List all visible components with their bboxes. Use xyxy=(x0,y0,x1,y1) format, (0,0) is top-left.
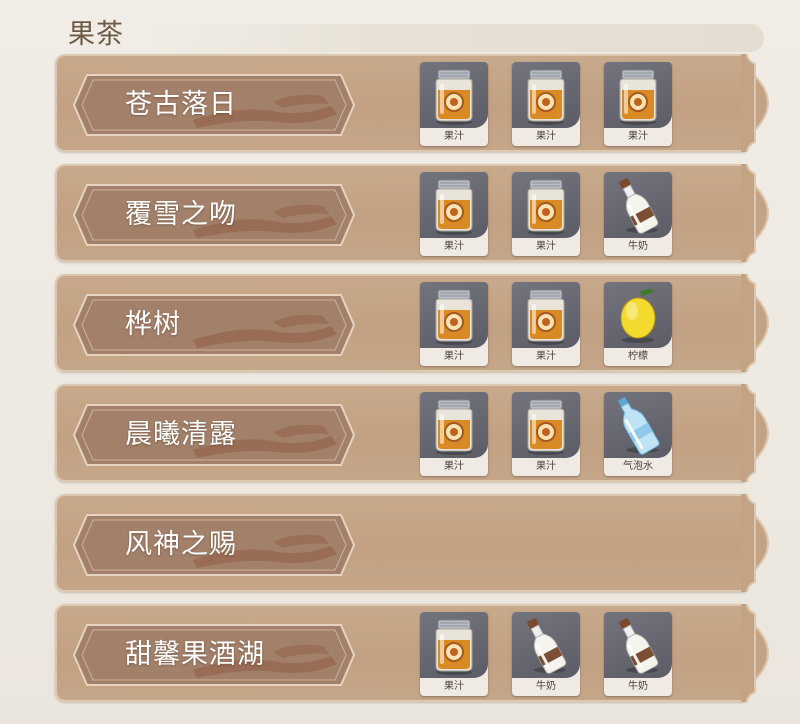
juice-jar-icon xyxy=(512,172,580,238)
ingredient-slot[interactable]: 柠檬 xyxy=(604,282,672,366)
ingredient-label: 牛奶 xyxy=(536,681,556,692)
ingredient-label: 牛奶 xyxy=(628,241,648,252)
recipe-name-banner: 覆雪之吻 xyxy=(72,184,356,246)
juice-jar-icon xyxy=(604,62,672,128)
ingredient-slot[interactable]: 果汁 xyxy=(420,62,488,146)
ingredient-label: 果汁 xyxy=(444,681,464,692)
ingredient-slot[interactable]: 气泡水 xyxy=(604,392,672,476)
ingredient-slot[interactable]: 果汁 xyxy=(604,62,672,146)
recipe-row[interactable]: 风神之赐 xyxy=(55,493,769,593)
recipe-row[interactable]: 覆雪之吻 果汁 果汁 牛奶 xyxy=(55,163,769,263)
recipe-name-banner: 苍古落日 xyxy=(72,74,356,136)
recipe-row[interactable]: 桦树 果汁 果汁 柠檬 xyxy=(55,273,769,373)
ingredient-label: 果汁 xyxy=(536,131,556,142)
ingredient-label: 果汁 xyxy=(536,241,556,252)
juice-jar-icon xyxy=(512,392,580,458)
juice-jar-icon xyxy=(420,392,488,458)
recipe-row[interactable]: 晨曦清露 果汁 果汁 气泡水 xyxy=(55,383,769,483)
ingredient-label: 柠檬 xyxy=(628,351,648,362)
recipe-name: 苍古落日 xyxy=(125,89,237,120)
ingredient-label: 果汁 xyxy=(628,131,648,142)
recipe-name-banner: 桦树 xyxy=(72,294,356,356)
milk-bottle-icon xyxy=(512,612,580,678)
row-end-cap xyxy=(741,163,783,263)
juice-jar-icon xyxy=(420,62,488,128)
ingredient-slot[interactable]: 果汁 xyxy=(420,282,488,366)
milk-bottle-icon xyxy=(604,612,672,678)
ingredient-slot[interactable]: 果汁 xyxy=(512,392,580,476)
header-bar xyxy=(150,24,764,52)
recipe-name: 桦树 xyxy=(125,309,181,340)
lemon-icon xyxy=(604,282,672,348)
ingredient-label: 气泡水 xyxy=(623,461,653,472)
ingredient-label: 果汁 xyxy=(444,241,464,252)
recipe-row[interactable]: 苍古落日 果汁 果汁 果汁 xyxy=(55,53,769,153)
banner-shape xyxy=(72,294,356,356)
ingredient-slot[interactable]: 牛奶 xyxy=(512,612,580,696)
recipe-name-banner: 甜馨果酒湖 xyxy=(72,624,356,686)
ingredient-label: 果汁 xyxy=(444,351,464,362)
row-end-cap xyxy=(741,273,783,373)
juice-jar-icon xyxy=(420,172,488,238)
ingredient-label: 果汁 xyxy=(536,351,556,362)
recipe-name: 甜馨果酒湖 xyxy=(125,639,265,670)
ingredient-slot[interactable]: 果汁 xyxy=(420,392,488,476)
ingredient-slot[interactable]: 牛奶 xyxy=(604,172,672,256)
juice-jar-icon xyxy=(512,282,580,348)
recipe-name: 晨曦清露 xyxy=(125,419,237,450)
section-title: 果茶 xyxy=(68,19,124,50)
recipe-name-banner: 风神之赐 xyxy=(72,514,356,576)
recipe-name: 风神之赐 xyxy=(125,529,237,560)
recipe-name-banner: 晨曦清露 xyxy=(72,404,356,466)
ingredient-slot[interactable]: 果汁 xyxy=(512,62,580,146)
juice-jar-icon xyxy=(420,282,488,348)
juice-jar-icon xyxy=(512,62,580,128)
ingredient-slot[interactable]: 果汁 xyxy=(512,172,580,256)
ingredient-label: 果汁 xyxy=(444,131,464,142)
ingredient-label: 牛奶 xyxy=(628,681,648,692)
milk-bottle-icon xyxy=(604,172,672,238)
ingredient-label: 果汁 xyxy=(536,461,556,472)
row-end-cap xyxy=(741,53,783,153)
recipe-name: 覆雪之吻 xyxy=(125,199,237,230)
recipe-row[interactable]: 甜馨果酒湖 果汁 牛奶 牛奶 xyxy=(55,603,769,703)
row-end-cap xyxy=(741,383,783,483)
row-end-cap xyxy=(741,603,783,703)
ingredient-slot[interactable]: 果汁 xyxy=(420,172,488,256)
ingredient-slot[interactable]: 果汁 xyxy=(420,612,488,696)
juice-jar-icon xyxy=(420,612,488,678)
ingredient-slot[interactable]: 果汁 xyxy=(512,282,580,366)
ingredient-label: 果汁 xyxy=(444,461,464,472)
row-end-cap xyxy=(741,493,783,593)
sparkling-water-icon xyxy=(604,392,672,458)
ingredient-slot[interactable]: 牛奶 xyxy=(604,612,672,696)
